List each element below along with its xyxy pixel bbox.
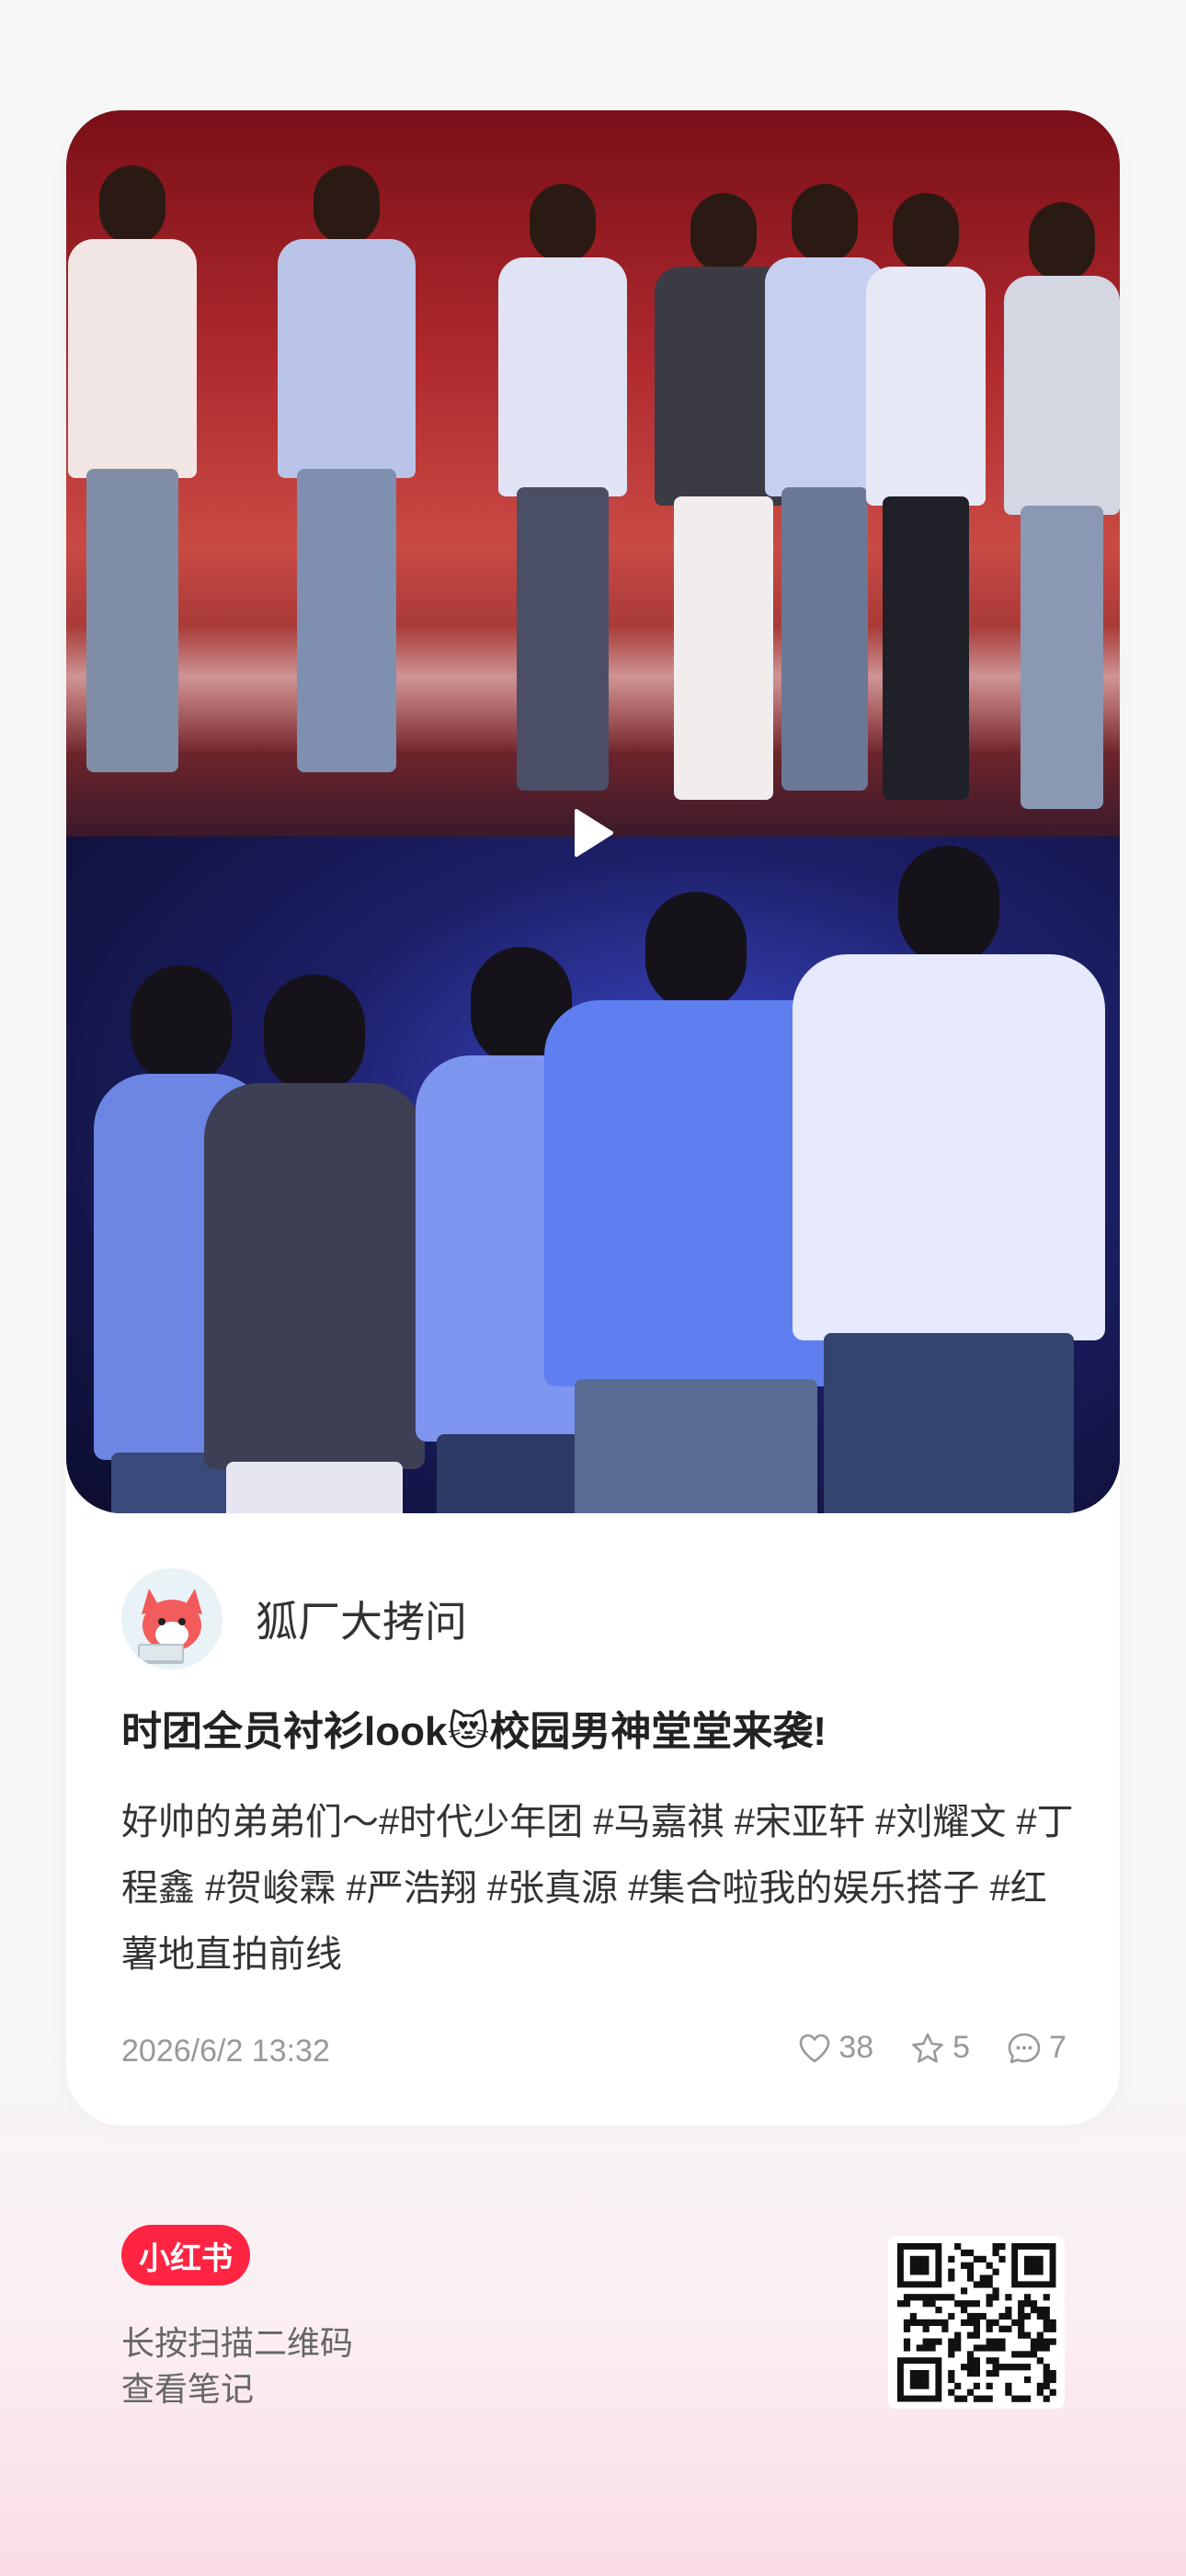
avatar[interactable]	[121, 1568, 222, 1670]
performer-figure	[866, 193, 986, 800]
qr-code[interactable]	[888, 2236, 1065, 2409]
collect-count: 5	[952, 2030, 971, 2065]
scan-hint-line1: 长按扫描二维码	[121, 2324, 354, 2362]
performer-figure	[793, 846, 1105, 1513]
stage-photo-bottom	[66, 837, 1120, 1513]
post-date: 2026/6/2 13:32	[121, 2034, 330, 2069]
like-count: 38	[838, 2030, 874, 2065]
xiaohongshu-logo: 小红书	[121, 2225, 250, 2285]
author-name[interactable]: 狐厂大拷问	[256, 1589, 467, 1649]
scan-hint: 长按扫描二维码 查看笔记	[121, 2320, 353, 2412]
qr-code-icon	[897, 2243, 1056, 2402]
star-icon	[912, 2033, 943, 2063]
author-row[interactable]: 狐厂大拷问	[121, 1568, 467, 1670]
comment-button[interactable]: 7	[1007, 2030, 1066, 2066]
comment-icon	[1008, 2033, 1041, 2063]
engagement-stats: 38 5 7	[761, 2030, 1066, 2066]
performer-figure	[1004, 202, 1120, 809]
play-icon[interactable]	[571, 807, 615, 859]
post-description: 好帅的弟弟们～#时代少年团 #马嘉祺 #宋亚轩 #刘耀文 #丁程鑫 #贺峻霖 #…	[121, 1802, 1074, 1975]
performer-figure	[68, 165, 197, 772]
heart-icon	[800, 2034, 830, 2062]
performer-figure	[498, 184, 627, 791]
collect-button[interactable]: 5	[910, 2030, 970, 2066]
stage-photo-top	[66, 110, 1120, 837]
scan-hint-line2: 查看笔记	[121, 2370, 255, 2408]
note-card[interactable]: 狐厂大拷问 时团全员衬衫look😻校园男神堂堂来袭! 好帅的弟弟们～#时代少年团…	[66, 110, 1120, 2126]
performer-figure	[204, 975, 425, 1513]
like-button[interactable]: 38	[798, 2030, 873, 2066]
comment-count: 7	[1049, 2030, 1066, 2065]
post-title: 时团全员衬衫look😻校园男神堂堂来袭!	[121, 1709, 827, 1754]
performer-figure	[278, 165, 416, 772]
fox-icon	[121, 1568, 222, 1670]
video-cover[interactable]	[66, 110, 1120, 1513]
